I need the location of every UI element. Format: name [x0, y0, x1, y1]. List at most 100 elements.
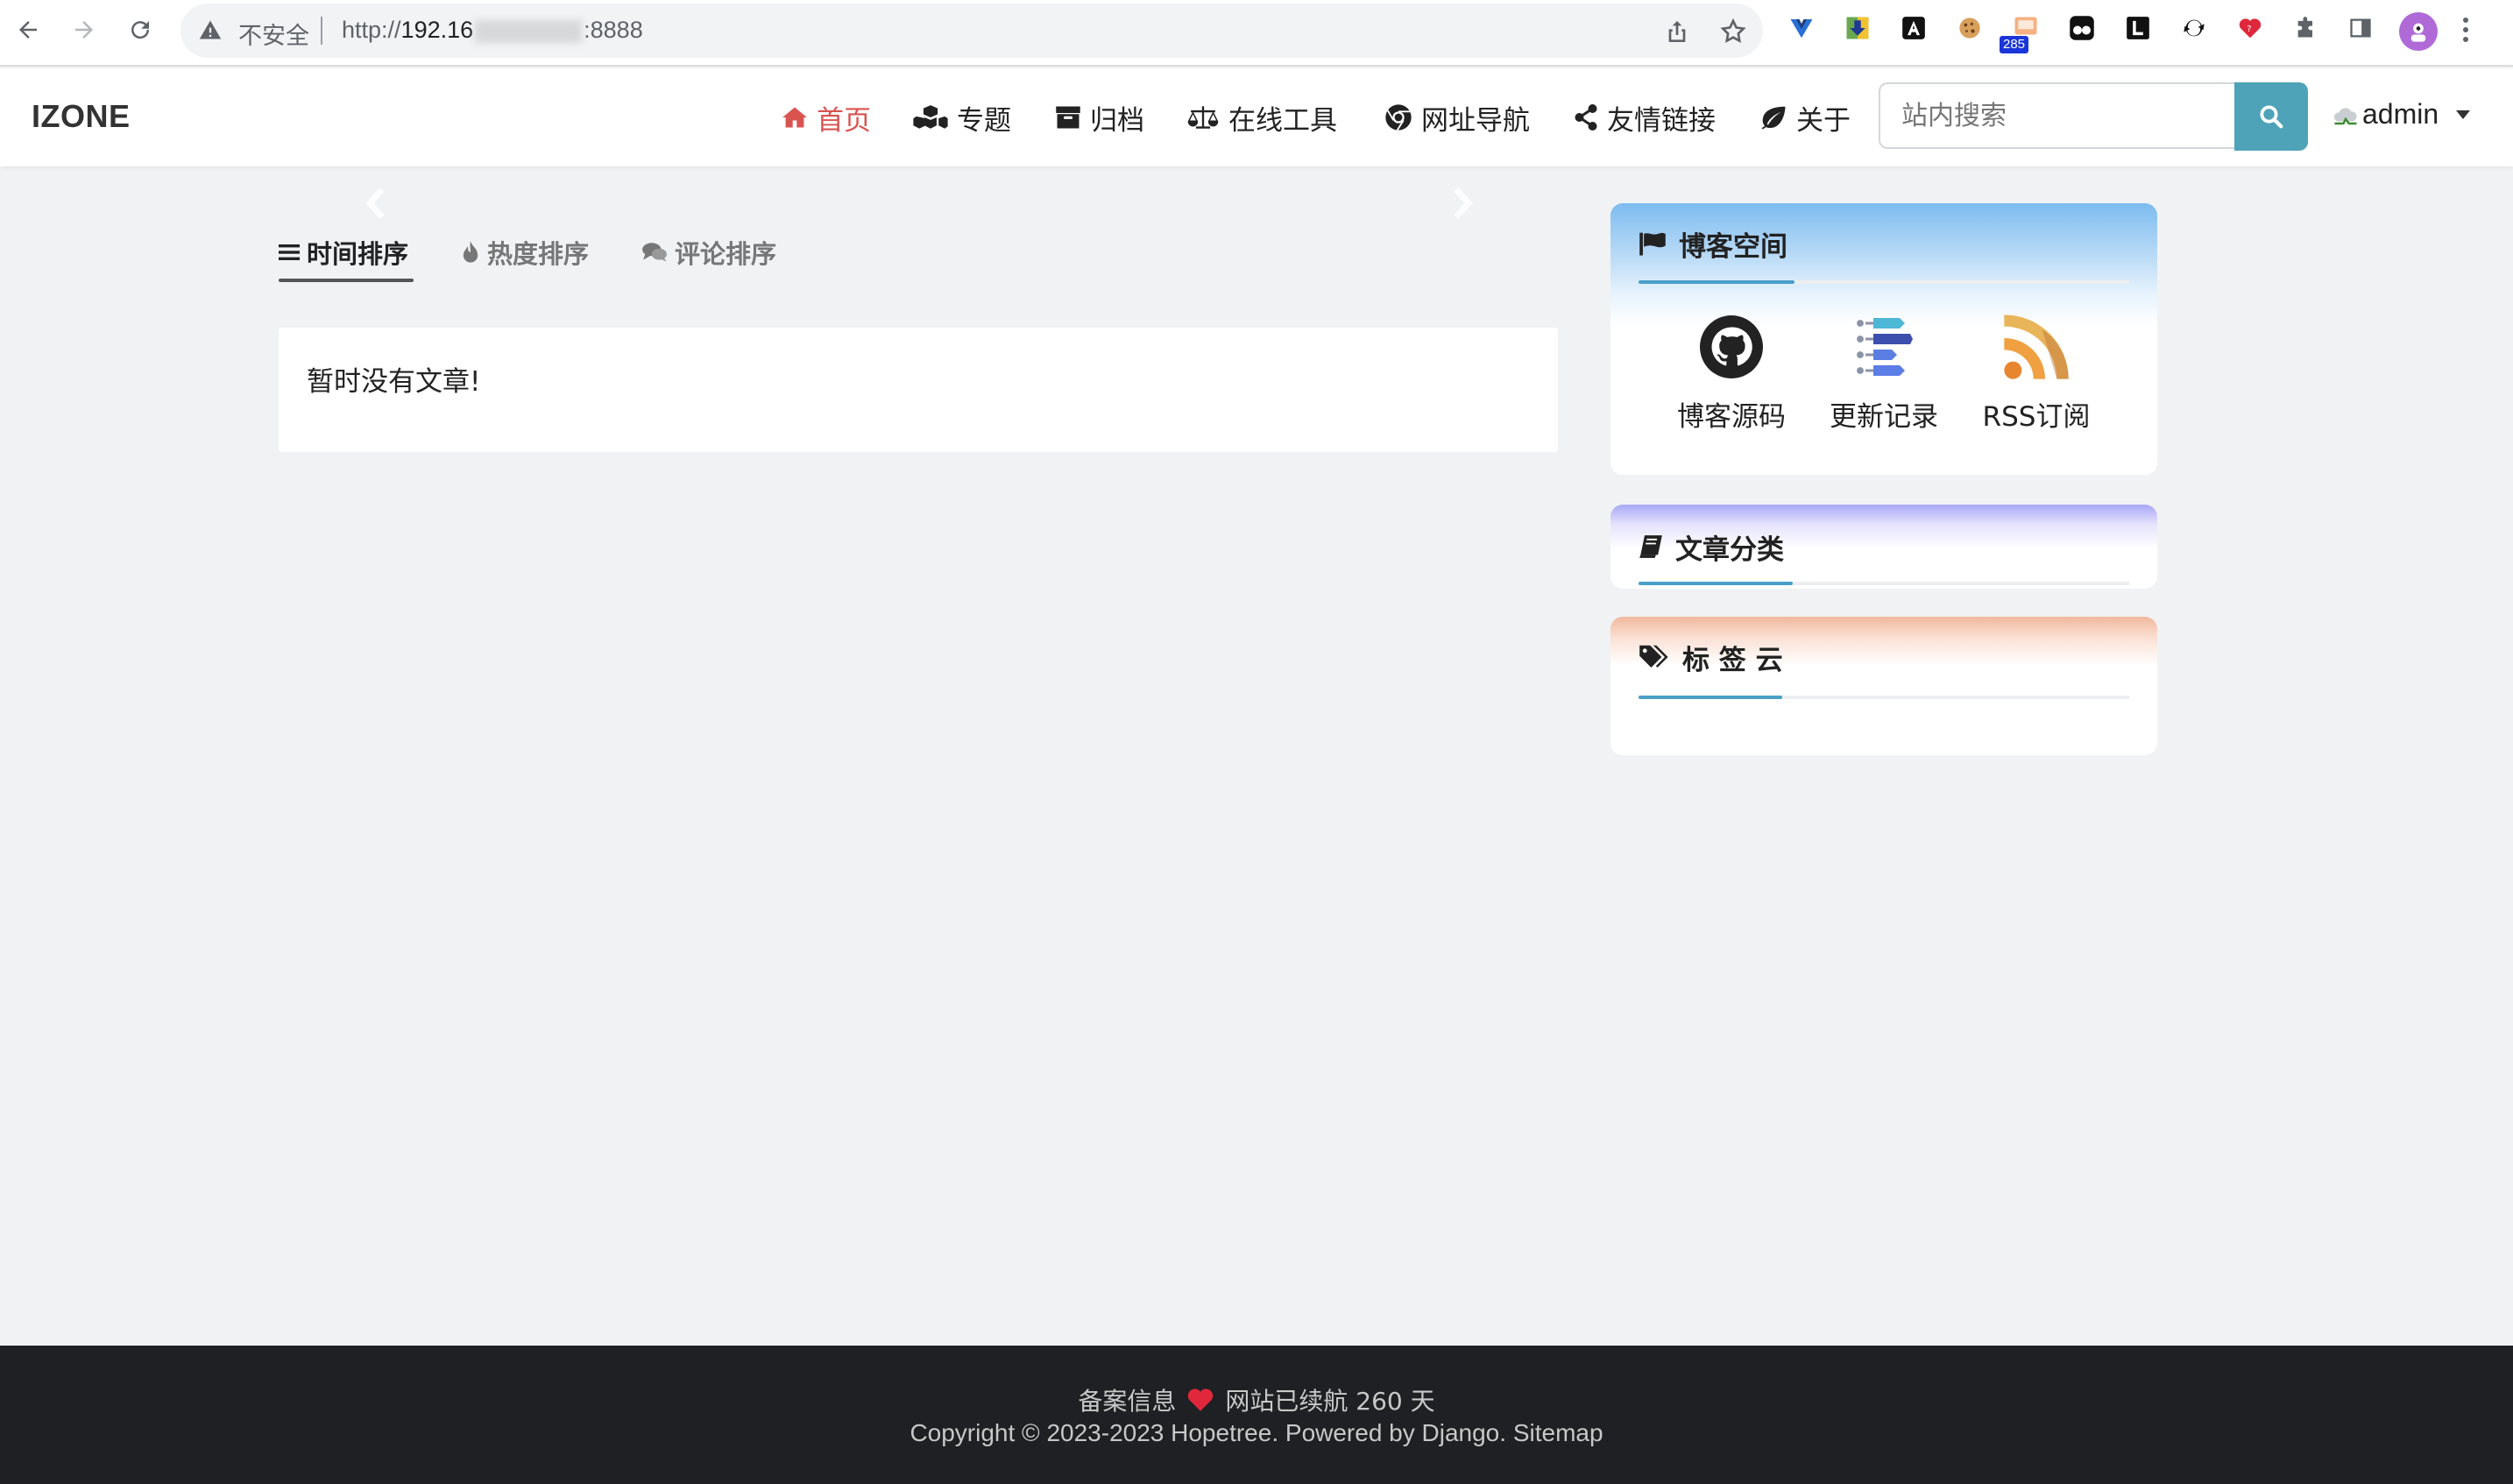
site-navbar: IZONE 首页 专题 归档 在线工具 网址导航 友情链接 关于 admin	[0, 68, 2513, 166]
forward-button[interactable]	[67, 12, 102, 47]
list-icon	[279, 244, 300, 260]
nav-archive[interactable]: 归档	[1055, 100, 1144, 137]
browser-toolbar: 不安全 http://192.16:8888 285 ?	[0, 0, 2513, 67]
arrow-right-icon	[75, 21, 93, 39]
footer-status-line: 备案信息 网站已续航 260 天	[0, 1382, 2513, 1417]
site-footer: 备案信息 网站已续航 260 天 Copyright © 2023-2023 H…	[0, 1346, 2513, 1484]
side-panel-icon[interactable]	[2347, 14, 2375, 42]
share-icon	[1575, 104, 1597, 131]
extension-l-icon[interactable]	[2124, 14, 2152, 42]
blog-space-title: 博客空间	[1679, 230, 1787, 263]
cubes-icon	[913, 105, 948, 129]
tab-hot-sort[interactable]: 热度排序	[461, 235, 589, 270]
categories-divider	[1639, 582, 2129, 585]
copyright-text: Copyright © 2023-2023 Hopetree. Powered …	[910, 1419, 1603, 1446]
book-icon	[1639, 535, 1662, 558]
insecure-label: 不安全	[238, 23, 309, 50]
tags-icon	[1639, 645, 1668, 668]
blog-space-divider	[1639, 280, 2129, 284]
extension-sync-icon[interactable]	[2180, 14, 2208, 42]
address-separator	[321, 17, 322, 45]
svg-text:?: ?	[2247, 25, 2251, 34]
nav-home[interactable]: 首页	[782, 100, 871, 137]
rss-icon	[2004, 314, 2069, 379]
tags-title: 标 签 云	[1682, 644, 1783, 676]
reload-icon	[131, 21, 150, 39]
user-name: admin	[2362, 98, 2439, 130]
archive-icon	[1056, 106, 1080, 129]
categories-card: 文章分类	[1610, 505, 2157, 589]
nav-topics[interactable]: 专题	[913, 100, 1011, 137]
categories-header: 文章分类	[1639, 529, 1784, 566]
changelog-icon	[1857, 318, 1913, 376]
nav-directory[interactable]: 网址导航	[1384, 100, 1530, 137]
categories-title: 文章分类	[1675, 534, 1784, 566]
home-icon	[782, 107, 807, 128]
tab-hot-sort-label: 热度排序	[487, 239, 590, 269]
reload-button[interactable]	[123, 12, 158, 47]
extension-vue-icon[interactable]	[1787, 14, 1816, 42]
search-input[interactable]	[1879, 82, 2236, 149]
profile-avatar[interactable]	[2399, 12, 2438, 51]
heart-icon	[1188, 1389, 1214, 1411]
search-button[interactable]	[2234, 82, 2308, 151]
tags-divider	[1639, 696, 2129, 699]
extensions-puzzle-icon[interactable]	[2292, 14, 2320, 42]
tab-comment-sort-label: 评论排序	[675, 239, 777, 269]
carousel-next-icon[interactable]	[1449, 186, 1476, 221]
tags-header: 标 签 云	[1639, 640, 1783, 676]
empty-message: 暂时没有文章!	[307, 366, 481, 398]
url-text: http://192.16:8888	[342, 17, 643, 44]
tab-comment-sort[interactable]: 评论排序	[641, 235, 776, 270]
active-tab-underline	[279, 279, 414, 282]
blog-source-label: 博客源码	[1677, 401, 1786, 433]
arrow-left-icon	[19, 21, 37, 39]
carousel-prev-icon[interactable]	[363, 186, 389, 221]
nav-friend-links[interactable]: 友情链接	[1574, 100, 1716, 137]
extension-tampermonkey-icon[interactable]	[2068, 14, 2096, 42]
flag-icon	[1639, 232, 1666, 256]
extension-a-icon[interactable]	[1900, 14, 1928, 42]
blog-space-header: 博客空间	[1639, 226, 1787, 263]
url-port: :8888	[584, 17, 643, 43]
nav-topics-label: 专题	[957, 104, 1011, 137]
bookmark-star-icon[interactable]	[1719, 18, 1747, 46]
site-brand[interactable]: IZONE	[32, 98, 131, 135]
back-button[interactable]	[11, 12, 46, 47]
nav-about[interactable]: 关于	[1759, 100, 1851, 137]
address-bar[interactable]: 不安全 http://192.16:8888	[181, 4, 1763, 58]
beian-link[interactable]: 备案信息	[1078, 1382, 1176, 1417]
article-list: 暂时没有文章!	[279, 328, 1558, 452]
comments-icon	[642, 243, 667, 262]
extension-cookie-icon[interactable]	[1956, 14, 1984, 42]
nav-about-label: 关于	[1796, 104, 1851, 137]
search-icon	[2260, 105, 2283, 129]
browser-menu-icon[interactable]	[2455, 14, 2476, 46]
nav-archive-label: 归档	[1090, 104, 1144, 137]
chevron-down-icon	[2456, 110, 2471, 119]
extension-badge: 285	[2000, 36, 2029, 53]
extension-heart-icon[interactable]: ?	[2236, 14, 2264, 42]
github-icon	[1700, 315, 1763, 378]
url-redacted	[475, 19, 583, 43]
fire-icon	[463, 241, 478, 263]
warning-icon	[199, 20, 222, 39]
extension-download-icon[interactable]	[1844, 14, 1872, 42]
balance-scale-icon	[1187, 106, 1219, 129]
share-page-icon[interactable]	[1663, 18, 1691, 46]
nav-tools-label: 在线工具	[1228, 104, 1337, 137]
site-search	[1879, 82, 2308, 151]
chrome-icon	[1385, 104, 1412, 131]
changelog-label: 更新记录	[1830, 401, 1938, 433]
user-menu[interactable]: admin	[2332, 98, 2471, 131]
rss-link[interactable]: RSS订阅	[1957, 312, 2115, 434]
blog-source-link[interactable]: 博客源码	[1653, 312, 1810, 434]
changelog-link[interactable]: 更新记录	[1805, 312, 1963, 434]
broken-avatar-icon	[2333, 107, 2357, 124]
tab-time-sort[interactable]: 时间排序	[279, 235, 408, 270]
nav-home-label: 首页	[817, 104, 871, 137]
url-scheme: http://	[342, 17, 401, 43]
tab-time-sort-label: 时间排序	[307, 239, 409, 269]
nav-tools[interactable]: 在线工具	[1186, 100, 1337, 137]
avatar-icon	[2410, 23, 2426, 42]
